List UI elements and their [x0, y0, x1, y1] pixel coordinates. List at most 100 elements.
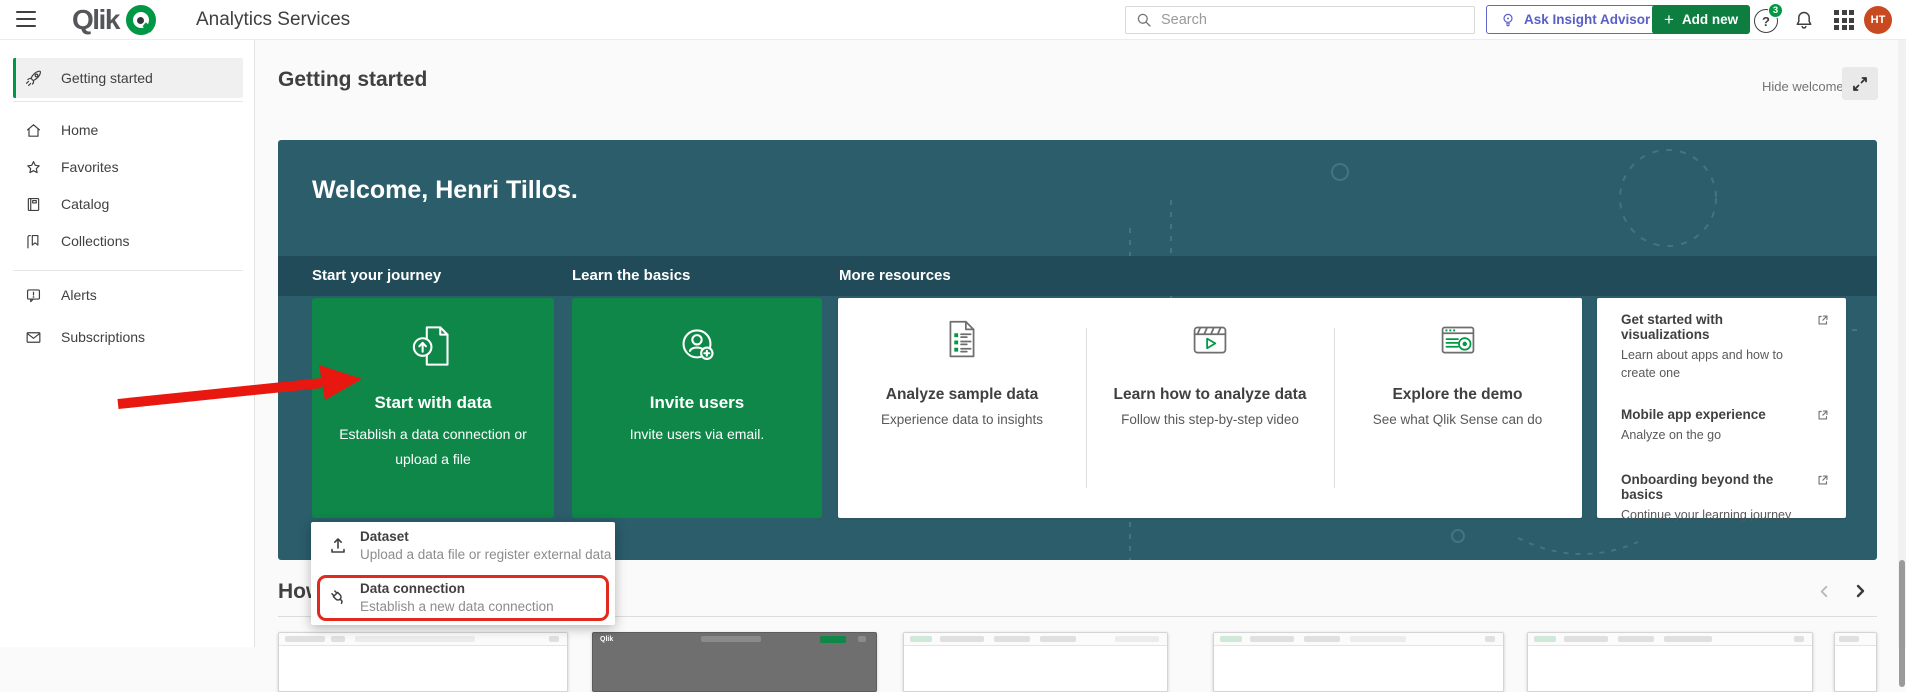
sidebar-item-label: Favorites — [61, 159, 119, 175]
search-input[interactable] — [1161, 12, 1464, 28]
link-onboarding-beyond-basics[interactable]: Onboarding beyond the basics Continue yo… — [1621, 472, 1824, 524]
more-resources-card: Analyze sample data Experience data to i… — [838, 298, 1582, 518]
sidebar-item-subscriptions[interactable]: Subscriptions — [13, 320, 243, 354]
sidebar-item-collections[interactable]: Collections — [13, 224, 243, 258]
insight-bulb-icon — [1500, 12, 1516, 28]
top-bar: Qlik Analytics Services Ask Insight Advi… — [0, 0, 1906, 40]
collapse-welcome-button[interactable] — [1842, 67, 1878, 100]
video-thumbnail[interactable] — [278, 632, 568, 692]
carousel-next-button[interactable] — [1848, 579, 1872, 603]
divider — [1334, 328, 1335, 488]
video-icon — [1183, 314, 1237, 368]
resource-subtitle: Follow this step-by-step video — [1086, 412, 1334, 427]
create-new-dropdown-menu: Dataset Upload a data file or register e… — [311, 522, 615, 625]
vertical-scrollbar[interactable] — [1898, 40, 1906, 647]
sidebar-item-label: Subscriptions — [61, 329, 145, 345]
scrollbar-thumb[interactable] — [1899, 560, 1905, 687]
resource-title: Analyze sample data — [838, 386, 1086, 404]
section-more-resources: More resources — [839, 256, 951, 296]
video-thumbnail[interactable] — [903, 632, 1168, 692]
alert-bubble-icon — [24, 286, 43, 305]
video-thumbnail[interactable] — [1834, 632, 1877, 692]
learning-links-card: Get started with visualizations Learn ab… — [1597, 298, 1846, 518]
sidebar-item-alerts[interactable]: Alerts — [13, 278, 243, 312]
chevron-right-icon — [1852, 583, 1868, 599]
sidebar-item-getting-started[interactable]: Getting started — [13, 58, 243, 98]
sidebar-item-label: Collections — [61, 233, 129, 249]
hamburger-menu-icon[interactable] — [16, 11, 36, 27]
chevron-left-icon — [1817, 584, 1832, 599]
video-thumbnail[interactable] — [1527, 632, 1813, 692]
page-title: Getting started — [278, 68, 427, 92]
book-icon — [24, 195, 43, 214]
learn-how-to-analyze-item[interactable]: Learn how to analyze data Follow this st… — [1086, 298, 1334, 518]
app-title: Analytics Services — [196, 9, 350, 31]
plus-icon: + — [1664, 11, 1674, 28]
sidebar: Getting started Home Favorites Catalog C… — [0, 40, 255, 647]
bell-icon — [1792, 8, 1816, 32]
qlik-q-icon — [126, 5, 156, 35]
carousel-prev-button[interactable] — [1812, 579, 1836, 603]
resource-title: Learn how to analyze data — [1086, 386, 1334, 404]
help-badge: 3 — [1768, 3, 1783, 18]
sidebar-item-label: Home — [61, 122, 98, 138]
sidebar-item-label: Getting started — [61, 70, 153, 86]
sidebar-divider — [13, 101, 243, 102]
external-link-icon — [1816, 313, 1830, 327]
home-icon — [24, 121, 43, 140]
sidebar-item-label: Catalog — [61, 196, 109, 212]
resource-title: Explore the demo — [1334, 386, 1581, 404]
invite-users-card[interactable]: Invite users Invite users via email. — [572, 298, 822, 518]
notifications-button[interactable] — [1792, 8, 1816, 32]
ask-insight-advisor-button[interactable]: Ask Insight Advisor — [1486, 5, 1664, 34]
menu-item-data-connection[interactable]: Data connection Establish a new data con… — [311, 574, 615, 621]
file-upload-icon — [404, 317, 462, 375]
mail-icon — [24, 328, 43, 347]
link-get-started-visualizations[interactable]: Get started with visualizations Learn ab… — [1621, 312, 1824, 382]
resource-subtitle: Experience data to insights — [838, 412, 1086, 427]
bookmark-icon — [24, 232, 43, 251]
link-mobile-app-experience[interactable]: Mobile app experience Analyze on the go — [1621, 407, 1824, 444]
search-icon — [1136, 12, 1152, 28]
section-start-your-journey: Start your journey — [312, 256, 441, 296]
welcome-banner: Welcome, Henri Tillos. Start your journe… — [278, 140, 1877, 560]
resource-subtitle: See what Qlik Sense can do — [1334, 412, 1581, 427]
menu-item-dataset[interactable]: Dataset Upload a data file or register e… — [311, 522, 615, 569]
star-icon — [24, 158, 43, 177]
qlik-wordmark: Qlik — [72, 4, 119, 36]
external-link-icon — [1816, 408, 1830, 422]
sidebar-divider — [13, 270, 243, 271]
hide-welcome-link[interactable]: Hide welcome — [1762, 79, 1844, 94]
help-button[interactable]: ? 3 — [1754, 7, 1780, 33]
welcome-title: Welcome, Henri Tillos. — [312, 176, 578, 205]
search-box[interactable] — [1125, 6, 1475, 34]
app-launcher-grid-icon[interactable] — [1834, 10, 1855, 31]
sidebar-item-favorites[interactable]: Favorites — [13, 150, 243, 184]
browser-demo-icon — [1431, 314, 1485, 368]
explore-the-demo-item[interactable]: Explore the demo See what Qlik Sense can… — [1334, 298, 1581, 518]
sidebar-item-home[interactable]: Home — [13, 113, 243, 147]
card-subtitle: Establish a data connection or upload a … — [312, 422, 554, 471]
plug-icon — [328, 587, 348, 607]
add-new-button[interactable]: + Add new — [1652, 5, 1750, 34]
document-list-icon — [935, 314, 989, 368]
card-title: Invite users — [572, 393, 822, 413]
card-title: Start with data — [312, 393, 554, 413]
card-subtitle: Invite users via email. — [572, 422, 822, 447]
sidebar-item-catalog[interactable]: Catalog — [13, 187, 243, 221]
user-avatar[interactable]: HT — [1864, 6, 1892, 34]
video-thumbnail[interactable] — [1213, 632, 1504, 692]
section-strip: Start your journey Learn the basics More… — [278, 256, 1877, 296]
divider — [1086, 328, 1087, 488]
start-with-data-card[interactable]: Start with data Establish a data connect… — [312, 298, 554, 518]
section-learn-the-basics: Learn the basics — [572, 256, 690, 296]
upload-icon — [328, 535, 348, 555]
external-link-icon — [1816, 473, 1830, 487]
rocket-icon — [24, 69, 43, 88]
collapse-arrows-icon — [1852, 76, 1868, 92]
qlik-logo: Qlik — [72, 0, 156, 40]
analyze-sample-data-item[interactable]: Analyze sample data Experience data to i… — [838, 298, 1086, 518]
user-plus-icon — [668, 317, 726, 375]
sidebar-item-label: Alerts — [61, 287, 97, 303]
video-thumbnail[interactable]: Qlik — [592, 632, 877, 692]
